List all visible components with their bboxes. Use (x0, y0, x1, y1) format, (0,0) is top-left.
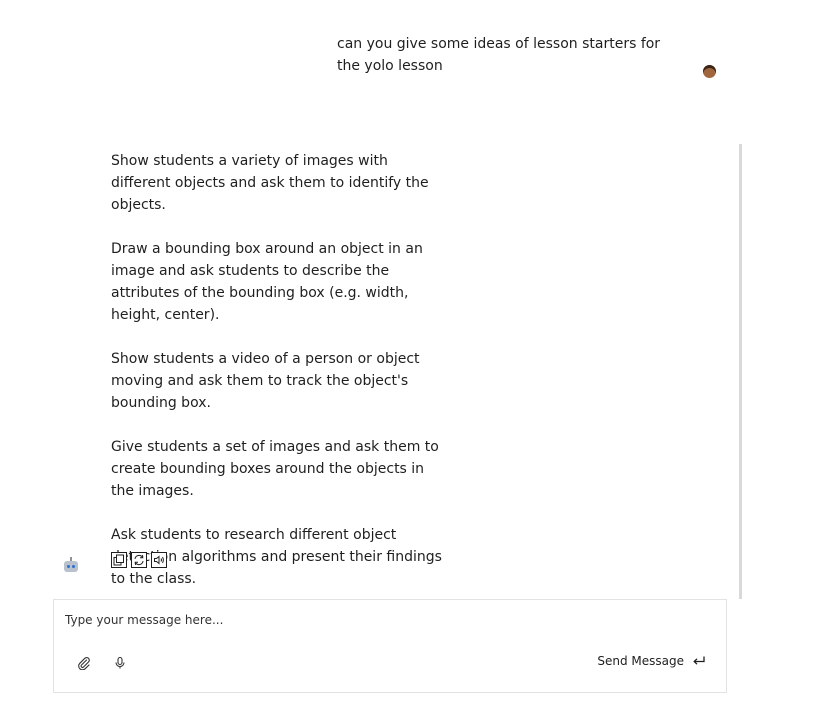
microphone-icon[interactable] (111, 654, 129, 672)
assistant-paragraph: Show students a video of a person or obj… (111, 351, 420, 411)
scrollbar[interactable] (739, 144, 742, 599)
user-message-text: can you give some ideas of lesson starte… (337, 36, 661, 74)
message-composer: Send Message (53, 599, 727, 693)
read-aloud-icon[interactable] (151, 552, 167, 568)
copy-icon[interactable] (111, 552, 127, 568)
robot-emoji-icon (62, 557, 80, 575)
enter-return-icon (693, 656, 705, 665)
assistant-paragraph: Draw a bounding box around an object in … (111, 241, 423, 323)
send-message-label: Send Message (597, 654, 684, 668)
send-message-button[interactable]: Send Message (597, 654, 706, 668)
paperclip-icon[interactable] (75, 654, 93, 672)
message-actions (111, 552, 167, 568)
regenerate-icon[interactable] (131, 552, 147, 568)
person-emoji-icon (700, 63, 718, 81)
assistant-message: Show students a variety of images with d… (111, 150, 446, 612)
message-input[interactable] (65, 613, 665, 627)
assistant-paragraph: Give students a set of images and ask th… (111, 439, 439, 499)
assistant-paragraph: Show students a variety of images with d… (111, 153, 429, 213)
chat-page: can you give some ideas of lesson starte… (0, 0, 814, 713)
